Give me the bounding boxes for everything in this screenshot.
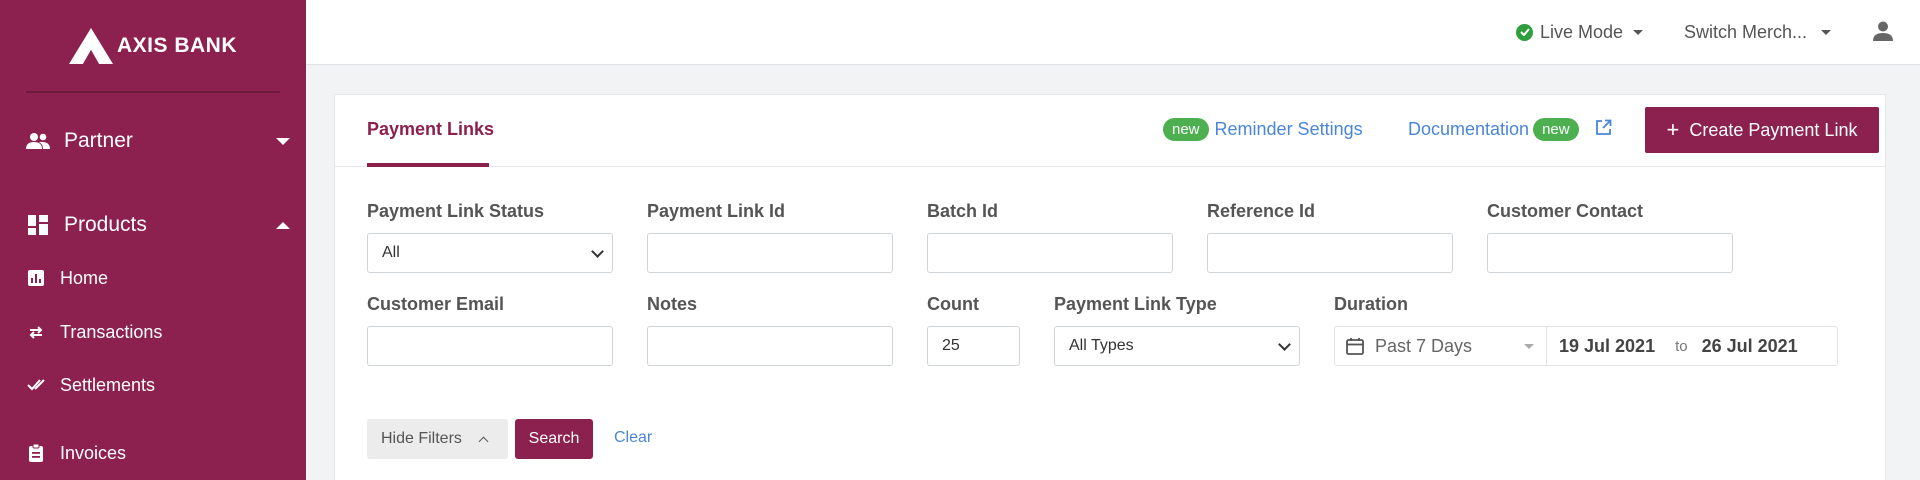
- mode-label: Live Mode: [1540, 21, 1624, 42]
- active-tab-indicator: [367, 163, 489, 167]
- batch-id-label: Batch Id: [927, 201, 999, 221]
- customer-email-input[interactable]: [367, 326, 613, 366]
- customer-contact-label: Customer Contact: [1487, 201, 1644, 221]
- brand-name: AXIS BANK: [116, 34, 237, 57]
- sidebar-item-label: Transactions: [60, 321, 163, 342]
- hide-filters-button[interactable]: Hide Filters: [367, 419, 508, 459]
- documentation-label: Documentation: [1408, 119, 1530, 139]
- caret-down-icon: [276, 137, 290, 145]
- caret-up-icon: [276, 221, 290, 229]
- input-value: 25: [942, 337, 960, 354]
- sidebar-item-label: Home: [60, 267, 109, 288]
- sidebar-item-transactions[interactable]: Transactions: [0, 312, 306, 352]
- tab-payment-links[interactable]: Payment Links: [367, 119, 494, 140]
- caret-down-icon: [1821, 29, 1832, 35]
- new-badge: new: [1163, 118, 1209, 141]
- duration-label: Duration: [1334, 294, 1408, 314]
- date-from[interactable]: 19 Jul 2021: [1559, 336, 1655, 357]
- check-circle-icon: [1516, 23, 1533, 41]
- sidebar-item-home[interactable]: Home: [0, 258, 306, 298]
- documentation-link[interactable]: Documentation new: [1408, 118, 1612, 141]
- chevron-down-icon: [591, 245, 604, 258]
- select-value: All: [382, 244, 400, 261]
- payment-link-status-select[interactable]: All: [367, 233, 613, 273]
- plus-icon: +: [1666, 117, 1680, 142]
- sidebar-item-label: Invoices: [60, 442, 127, 463]
- chart-icon: [26, 268, 46, 288]
- user-icon[interactable]: [1872, 20, 1896, 44]
- dashboard-icon: [26, 213, 50, 237]
- payment-link-id-input[interactable]: [647, 233, 893, 273]
- external-link-icon[interactable]: [1595, 119, 1612, 141]
- reminder-settings-link[interactable]: new Reminder Settings: [1163, 118, 1363, 141]
- sidebar-section-products[interactable]: Products: [0, 203, 306, 247]
- payment-link-id-label: Payment Link Id: [647, 201, 786, 221]
- payment-link-status-label: Payment Link Status: [367, 201, 545, 221]
- date-separator: to: [1675, 337, 1688, 355]
- transfer-icon: [26, 322, 46, 342]
- live-mode-toggle[interactable]: Live Mode: [1516, 20, 1644, 44]
- sidebar: AXIS BANK Partner Products Home Transact…: [0, 0, 306, 480]
- date-to[interactable]: 26 Jul 2021: [1702, 336, 1798, 357]
- payment-link-type-select[interactable]: All Types: [1054, 326, 1300, 366]
- sidebar-section-label: Products: [64, 213, 147, 236]
- notes-input[interactable]: [647, 326, 893, 366]
- sidebar-section-partner[interactable]: Partner: [0, 119, 306, 163]
- new-badge: new: [1533, 118, 1579, 141]
- sidebar-item-label: Settlements: [60, 374, 156, 395]
- payment-links-card: Payment Links new Reminder Settings Docu…: [334, 94, 1886, 480]
- calendar-icon[interactable]: [1335, 337, 1375, 355]
- notes-label: Notes: [647, 294, 698, 314]
- batch-id-input[interactable]: [927, 233, 1173, 273]
- search-button[interactable]: Search: [515, 419, 593, 459]
- clear-link[interactable]: Clear: [614, 429, 652, 447]
- count-input[interactable]: 25: [927, 326, 1020, 366]
- merchant-label: Switch Merch...: [1684, 21, 1808, 42]
- create-button-label: Create Payment Link: [1689, 119, 1858, 140]
- axis-logo-icon: [68, 28, 113, 64]
- chevron-down-icon: [1278, 338, 1291, 351]
- duration-range-select[interactable]: Past 7 Days: [1375, 326, 1547, 366]
- double-check-icon: [26, 375, 46, 395]
- sidebar-divider: [26, 91, 280, 93]
- chevron-up-icon: [478, 436, 489, 446]
- clipboard-icon: [26, 443, 46, 463]
- caret-down-icon: [1633, 29, 1644, 35]
- reference-id-label: Reference Id: [1207, 201, 1316, 221]
- duration-picker: Past 7 Days 19 Jul 2021 to 26 Jul 2021: [1334, 326, 1838, 366]
- customer-contact-input[interactable]: [1487, 233, 1733, 273]
- axis-bank-logo[interactable]: AXIS BANK: [0, 0, 306, 92]
- caret-down-icon: [1524, 343, 1534, 349]
- count-label: Count: [927, 294, 979, 314]
- duration-range-value: Past 7 Days: [1375, 335, 1473, 356]
- sidebar-section-label: Partner: [64, 129, 133, 152]
- create-payment-link-button[interactable]: + Create Payment Link: [1645, 107, 1879, 153]
- people-icon: [26, 129, 50, 153]
- sidebar-item-invoices[interactable]: Invoices: [0, 433, 306, 473]
- customer-email-label: Customer Email: [367, 294, 505, 314]
- reminder-settings-label: Reminder Settings: [1214, 119, 1363, 139]
- select-value: All Types: [1069, 337, 1134, 354]
- reference-id-input[interactable]: [1207, 233, 1453, 273]
- top-bar: Live Mode Switch Merch...: [306, 0, 1920, 65]
- payment-link-type-label: Payment Link Type: [1054, 294, 1217, 314]
- switch-merchant-dropdown[interactable]: Switch Merch...: [1684, 20, 1832, 44]
- tab-bar: Payment Links new Reminder Settings Docu…: [335, 95, 1885, 167]
- sidebar-item-settlements[interactable]: Settlements: [0, 365, 306, 405]
- hide-filters-label: Hide Filters: [381, 430, 462, 447]
